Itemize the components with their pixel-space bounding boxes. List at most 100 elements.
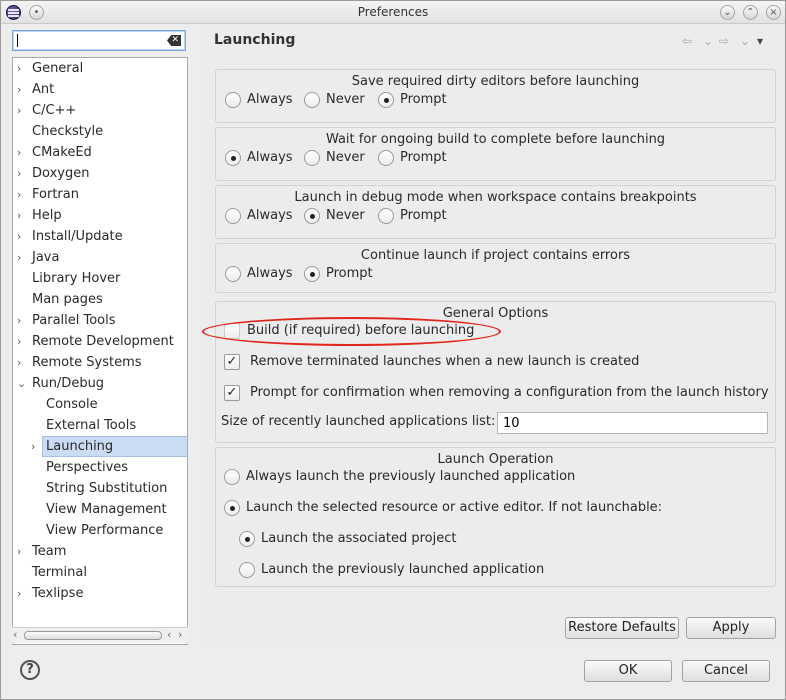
filter-input[interactable]: ✕	[12, 30, 186, 51]
radio-group-1: Save required dirty editors before launc…	[215, 69, 776, 123]
tree-item-install-update[interactable]: › Install/Update	[13, 226, 187, 247]
expand-arrow-icon[interactable]: ›	[17, 247, 27, 268]
tree-item-label: Checkstyle	[32, 124, 104, 139]
tree-item-label: General	[32, 61, 84, 76]
tree-item-doxygen[interactable]: › Doxygen	[13, 163, 187, 184]
back-menu-icon[interactable]: ⌄	[703, 34, 713, 48]
expand-arrow-icon[interactable]: ›	[31, 436, 41, 457]
history-size-input[interactable]	[497, 412, 768, 434]
tree-item-cmakeed[interactable]: › CMakeEd	[13, 142, 187, 163]
tree-item-external-tools[interactable]: External Tools	[13, 415, 187, 436]
tree-item-man-pages[interactable]: Man pages	[13, 289, 187, 310]
tree-item-fortran[interactable]: › Fortran	[13, 184, 187, 205]
forward-menu-icon[interactable]: ⌄	[740, 34, 750, 48]
tree-item-label: Remote Development	[32, 334, 174, 349]
radio-circle[interactable]	[225, 92, 241, 108]
radio-label: Launch the associated project	[261, 531, 457, 546]
tree-horizontal-scrollbar[interactable]: ‹ ‹ ›	[12, 627, 188, 643]
radio-label: Always launch the previously launched ap…	[246, 469, 576, 484]
expanded-arrow-icon[interactable]: ⌄	[17, 373, 27, 394]
tree-item-view-performance[interactable]: View Performance	[13, 520, 187, 541]
expand-arrow-icon[interactable]: ›	[17, 58, 27, 79]
radio-label: Always	[247, 266, 293, 281]
expand-arrow-icon[interactable]: ›	[17, 331, 27, 352]
radio-circle[interactable]	[304, 208, 320, 224]
tree-item-perspectives[interactable]: Perspectives	[13, 457, 187, 478]
scroll-left-icon-2[interactable]: ‹	[167, 628, 171, 641]
expand-arrow-icon[interactable]: ›	[17, 310, 27, 331]
radio-circle[interactable]	[378, 150, 394, 166]
tree-item-launching[interactable]: › Launching	[13, 436, 187, 457]
radio-circle[interactable]	[378, 92, 394, 108]
close-button[interactable]: ×	[766, 5, 781, 20]
tree-item-label: Help	[32, 208, 62, 223]
expand-arrow-icon[interactable]: ›	[17, 541, 27, 562]
tree-item-terminal[interactable]: Terminal	[13, 562, 187, 583]
tree-item-texlipse[interactable]: › Texlipse	[13, 583, 187, 604]
radio-circle[interactable]	[225, 150, 241, 166]
expand-arrow-icon[interactable]: ›	[17, 205, 27, 226]
group-title: Launch in debug mode when workspace cont…	[294, 190, 697, 205]
scroll-left-icon[interactable]: ‹	[13, 628, 17, 641]
checkmark-icon[interactable]: ✓	[224, 385, 240, 401]
tree-item-label: Perspectives	[46, 460, 129, 475]
tree-item-view-management[interactable]: View Management	[13, 499, 187, 520]
expand-arrow-icon[interactable]: ›	[17, 184, 27, 205]
tree-item-string-substitution[interactable]: String Substitution	[13, 478, 187, 499]
radio-circle[interactable]	[304, 150, 320, 166]
maximize-button[interactable]: ⌃	[743, 5, 758, 20]
radio-circle[interactable]	[239, 562, 255, 578]
forward-arrow-icon[interactable]: ⇨	[719, 34, 729, 48]
group-title: Save required dirty editors before launc…	[351, 74, 640, 89]
tree-item-checkstyle[interactable]: Checkstyle	[13, 121, 187, 142]
expand-arrow-icon[interactable]: ›	[17, 163, 27, 184]
expand-arrow-icon[interactable]: ›	[17, 226, 27, 247]
title-bar[interactable]: • Preferences ⌄ ⌃ ×	[1, 1, 785, 24]
checkbox-label: Remove terminated launches when a new la…	[250, 354, 640, 369]
history-size-label: Size of recently launched applications l…	[221, 414, 496, 429]
scroll-right-icon[interactable]: ›	[178, 628, 182, 641]
tree-item-label: Parallel Tools	[32, 313, 116, 328]
tree-item-general[interactable]: › General	[13, 58, 187, 79]
tree-item-help[interactable]: › Help	[13, 205, 187, 226]
tree-item-console[interactable]: Console	[13, 394, 187, 415]
radio-label: Always	[247, 208, 293, 223]
tree-item-parallel-tools[interactable]: › Parallel Tools	[13, 310, 187, 331]
expand-arrow-icon[interactable]: ›	[17, 100, 27, 121]
radio-circle[interactable]	[239, 531, 255, 547]
clear-filter-icon[interactable]: ✕	[167, 35, 181, 46]
scrollbar-thumb[interactable]	[24, 631, 162, 640]
view-menu-icon[interactable]: ▾	[757, 34, 763, 48]
tree-item-c-c[interactable]: › C/C++	[13, 100, 187, 121]
tree-item-label: Man pages	[32, 292, 103, 307]
expand-arrow-icon[interactable]: ›	[17, 352, 27, 373]
help-icon[interactable]: ?	[20, 660, 40, 680]
tree-item-ant[interactable]: › Ant	[13, 79, 187, 100]
minimize-button[interactable]: ⌄	[720, 5, 735, 20]
expand-arrow-icon[interactable]: ›	[17, 583, 27, 604]
tree-item-label: Team	[32, 544, 67, 559]
tree-item-team[interactable]: › Team	[13, 541, 187, 562]
ok-button[interactable]: OK	[584, 660, 672, 682]
tree-item-run-debug[interactable]: ⌄ Run/Debug	[13, 373, 187, 394]
radio-circle[interactable]	[224, 500, 240, 516]
apply-button[interactable]: Apply	[686, 617, 776, 639]
preferences-tree[interactable]: › General › Ant › C/C++ Checkstyle › CMakeEd › Dox…	[12, 57, 188, 645]
radio-circle[interactable]	[224, 469, 240, 485]
back-arrow-icon[interactable]: ⇦	[682, 34, 692, 48]
tree-item-library-hover[interactable]: Library Hover	[13, 268, 187, 289]
tree-item-label: Launching	[42, 436, 187, 457]
radio-circle[interactable]	[304, 266, 320, 282]
tree-item-java[interactable]: › Java	[13, 247, 187, 268]
expand-arrow-icon[interactable]: ›	[17, 79, 27, 100]
radio-circle[interactable]	[304, 92, 320, 108]
restore-defaults-button[interactable]: Restore Defaults	[565, 617, 679, 639]
radio-circle[interactable]	[225, 266, 241, 282]
radio-circle[interactable]	[378, 208, 394, 224]
checkmark-icon[interactable]: ✓	[224, 354, 240, 370]
cancel-button[interactable]: Cancel	[682, 660, 770, 682]
expand-arrow-icon[interactable]: ›	[17, 142, 27, 163]
tree-item-remote-systems[interactable]: › Remote Systems	[13, 352, 187, 373]
tree-item-remote-development[interactable]: › Remote Development	[13, 331, 187, 352]
radio-circle[interactable]	[225, 208, 241, 224]
